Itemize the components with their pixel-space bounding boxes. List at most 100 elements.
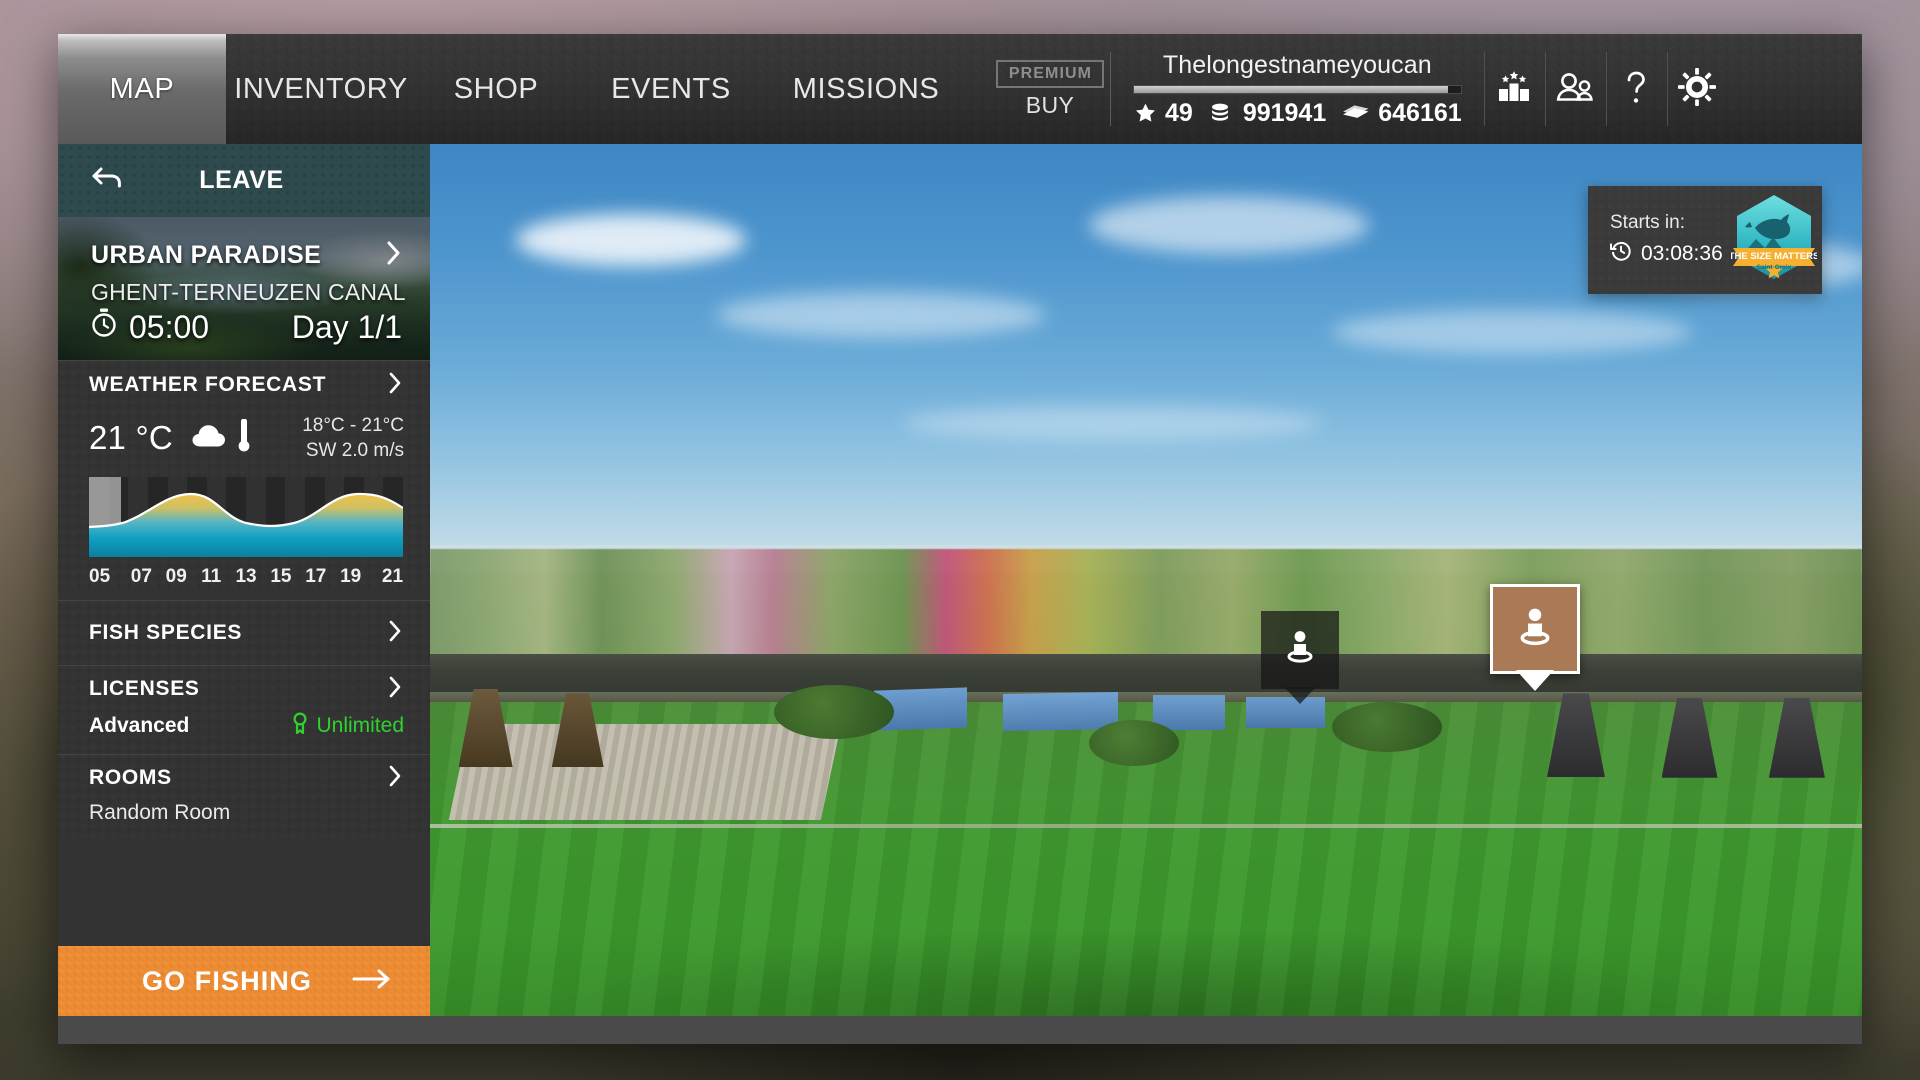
chevron-right-icon xyxy=(386,371,404,400)
license-row: Advanced Unlimited xyxy=(58,712,430,754)
xp-progress-bar xyxy=(1133,84,1462,94)
player-icon xyxy=(1515,605,1555,654)
star-icon xyxy=(1133,101,1158,125)
help-icon xyxy=(1621,69,1651,110)
header-icon-bar xyxy=(1483,34,1728,144)
bottom-strip xyxy=(58,1016,1862,1044)
location-card[interactable]: URBAN PARADISE GHENT-TERNEUZEN CANAL 05:… xyxy=(58,217,430,360)
marker-pin xyxy=(1283,686,1316,704)
chevron-right-icon xyxy=(386,764,404,793)
leave-button[interactable]: LEAVE xyxy=(58,144,430,217)
license-status-label: Unlimited xyxy=(316,714,404,738)
tab-map[interactable]: MAP xyxy=(58,34,226,144)
username-label: Thelongestnameyoucan xyxy=(1162,50,1432,79)
main-content: LEAVE URBAN PARADISE GHENT-TERNEUZEN CAN… xyxy=(58,144,1862,1016)
event-countdown-widget[interactable]: Starts in: 03:08:36 THE SIZE MATTERS Sai… xyxy=(1588,186,1822,294)
currency-cash-value: 646161 xyxy=(1378,98,1462,127)
marker-fishing-spot[interactable] xyxy=(1490,584,1580,692)
road-line xyxy=(430,824,1862,829)
top-navigation-bar: MAP INVENTORY SHOP EVENTS MISSIONS PREMI… xyxy=(58,34,1862,144)
weather-hour-labels: 05 07 09 11 13 15 17 19 21 xyxy=(89,566,403,588)
tab-shop-label: SHOP xyxy=(453,72,539,105)
weather-header-label: WEATHER FORECAST xyxy=(89,373,327,396)
thermometer-icon xyxy=(237,417,251,458)
tree-cluster xyxy=(1088,719,1179,766)
event-timer-value: 03:08:36 xyxy=(1641,242,1723,265)
friends-icon xyxy=(1555,71,1595,108)
tab-inventory[interactable]: INVENTORY xyxy=(226,34,416,144)
hour-label: 11 xyxy=(201,566,222,588)
tab-events[interactable]: EVENTS xyxy=(576,34,766,144)
marker-other-player[interactable] xyxy=(1260,610,1339,704)
tree-cluster xyxy=(1332,702,1443,753)
premium-badge: PREMIUM xyxy=(995,59,1105,88)
player-icon xyxy=(1283,628,1317,671)
currency-stars[interactable]: 49 xyxy=(1133,99,1193,128)
rooms-label: ROOMS xyxy=(89,766,172,790)
map-view[interactable]: Starts in: 03:08:36 THE SIZE MATTERS Sai… xyxy=(430,144,1862,1016)
nav-tab-list: MAP INVENTORY SHOP EVENTS MISSIONS xyxy=(58,34,966,144)
fish-species-panel: FISH SPECIES xyxy=(58,600,430,666)
event-timer: 03:08:36 xyxy=(1610,240,1723,268)
settings-button[interactable] xyxy=(1666,34,1728,144)
licenses-label: LICENSES xyxy=(89,677,200,701)
fish-species-label: FISH SPECIES xyxy=(89,621,243,645)
weather-current: 21 °C 18°C - 21°C SW 2.0 m/s xyxy=(58,409,430,473)
location-time: 05:00 xyxy=(91,308,209,346)
leaderboard-button[interactable] xyxy=(1483,34,1545,144)
tab-shop[interactable]: SHOP xyxy=(416,34,576,144)
weather-temperature: 21 °C xyxy=(89,419,173,457)
event-badge: THE SIZE MATTERS Saint-Croix xyxy=(1728,192,1819,289)
back-arrow-icon xyxy=(91,164,125,197)
currency-list: 49 991941 646161 xyxy=(1133,99,1462,128)
licenses-panel: LICENSES Advanced Unlimited xyxy=(58,665,430,755)
currency-coins-value: 991941 xyxy=(1242,98,1327,127)
weather-range: 18°C - 21°C xyxy=(302,415,404,436)
location-title: URBAN PARADISE xyxy=(91,241,322,269)
rooms-header[interactable]: ROOMS xyxy=(58,755,430,801)
help-button[interactable] xyxy=(1605,34,1667,144)
chevron-right-icon xyxy=(384,239,404,272)
licenses-header[interactable]: LICENSES xyxy=(58,666,430,712)
gear-icon xyxy=(1678,67,1717,111)
premium-block[interactable]: PREMIUM BUY xyxy=(990,34,1110,144)
fish-species-header[interactable]: FISH SPECIES xyxy=(58,601,430,665)
tab-missions[interactable]: MISSIONS xyxy=(766,34,966,144)
cash-icon xyxy=(1341,101,1371,125)
event-badge-title: THE SIZE MATTERS xyxy=(1731,251,1817,262)
tab-inventory-label: INVENTORY xyxy=(234,72,408,105)
marker-pin xyxy=(1516,670,1554,692)
location-subtitle: GHENT-TERNEUZEN CANAL xyxy=(91,279,406,305)
history-clock-icon xyxy=(1610,240,1632,268)
cloud-icon xyxy=(191,423,227,454)
clock-icon xyxy=(91,308,117,346)
currency-coins[interactable]: 991941 xyxy=(1208,99,1326,128)
barn xyxy=(1002,692,1118,731)
weather-forecast-chart xyxy=(89,477,403,558)
coins-icon xyxy=(1208,101,1236,125)
leaderboard-icon xyxy=(1495,70,1533,109)
location-time-value: 05:00 xyxy=(129,308,210,345)
chevron-right-icon xyxy=(386,675,404,704)
tab-events-label: EVENTS xyxy=(611,72,731,105)
hour-label: 19 xyxy=(340,566,362,588)
go-fishing-button[interactable]: GO FISHING xyxy=(58,946,430,1016)
rooms-panel: ROOMS Random Room xyxy=(58,754,430,840)
tab-map-label: MAP xyxy=(109,72,175,105)
chevron-right-icon xyxy=(386,619,404,648)
friends-button[interactable] xyxy=(1544,34,1606,144)
leave-label: LEAVE xyxy=(199,166,284,194)
go-fishing-label: GO FISHING xyxy=(141,965,312,996)
event-text: Starts in: 03:08:36 xyxy=(1610,212,1723,268)
rooms-value: Random Room xyxy=(89,801,231,825)
arrow-right-icon xyxy=(352,967,392,996)
event-label: Starts in: xyxy=(1610,212,1685,233)
ploughed-field xyxy=(448,723,842,820)
hour-label: 05 xyxy=(89,566,111,588)
weather-condition-icons xyxy=(191,417,251,458)
premium-buy-button[interactable]: BUY xyxy=(1026,92,1075,119)
weather-header[interactable]: WEATHER FORECAST xyxy=(58,361,430,409)
marker-body xyxy=(1260,610,1339,689)
currency-cash[interactable]: 646161 xyxy=(1341,98,1462,128)
hour-label: 17 xyxy=(305,566,327,588)
